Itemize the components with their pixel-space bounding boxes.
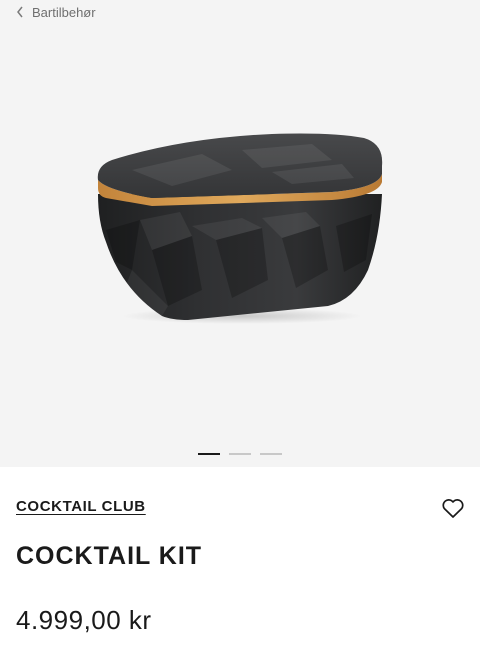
product-price: 4.999,00 kr xyxy=(16,605,152,635)
gallery-pagination xyxy=(0,453,480,455)
gallery-dot-3[interactable] xyxy=(260,453,282,455)
product-image xyxy=(97,133,383,324)
gallery-dot-1[interactable] xyxy=(198,453,220,455)
brand-link[interactable]: COCKTAIL CLUB xyxy=(16,498,146,515)
chevron-left-icon xyxy=(17,6,23,18)
product-title: COCKTAIL KIT xyxy=(16,542,203,570)
gallery-dot-2[interactable] xyxy=(229,453,251,455)
heart-outline-icon[interactable] xyxy=(441,497,465,519)
product-gallery[interactable]: Bartilbehør xyxy=(0,0,480,467)
back-link-label: Bartilbehør xyxy=(32,4,96,20)
back-link[interactable]: Bartilbehør xyxy=(16,3,96,21)
